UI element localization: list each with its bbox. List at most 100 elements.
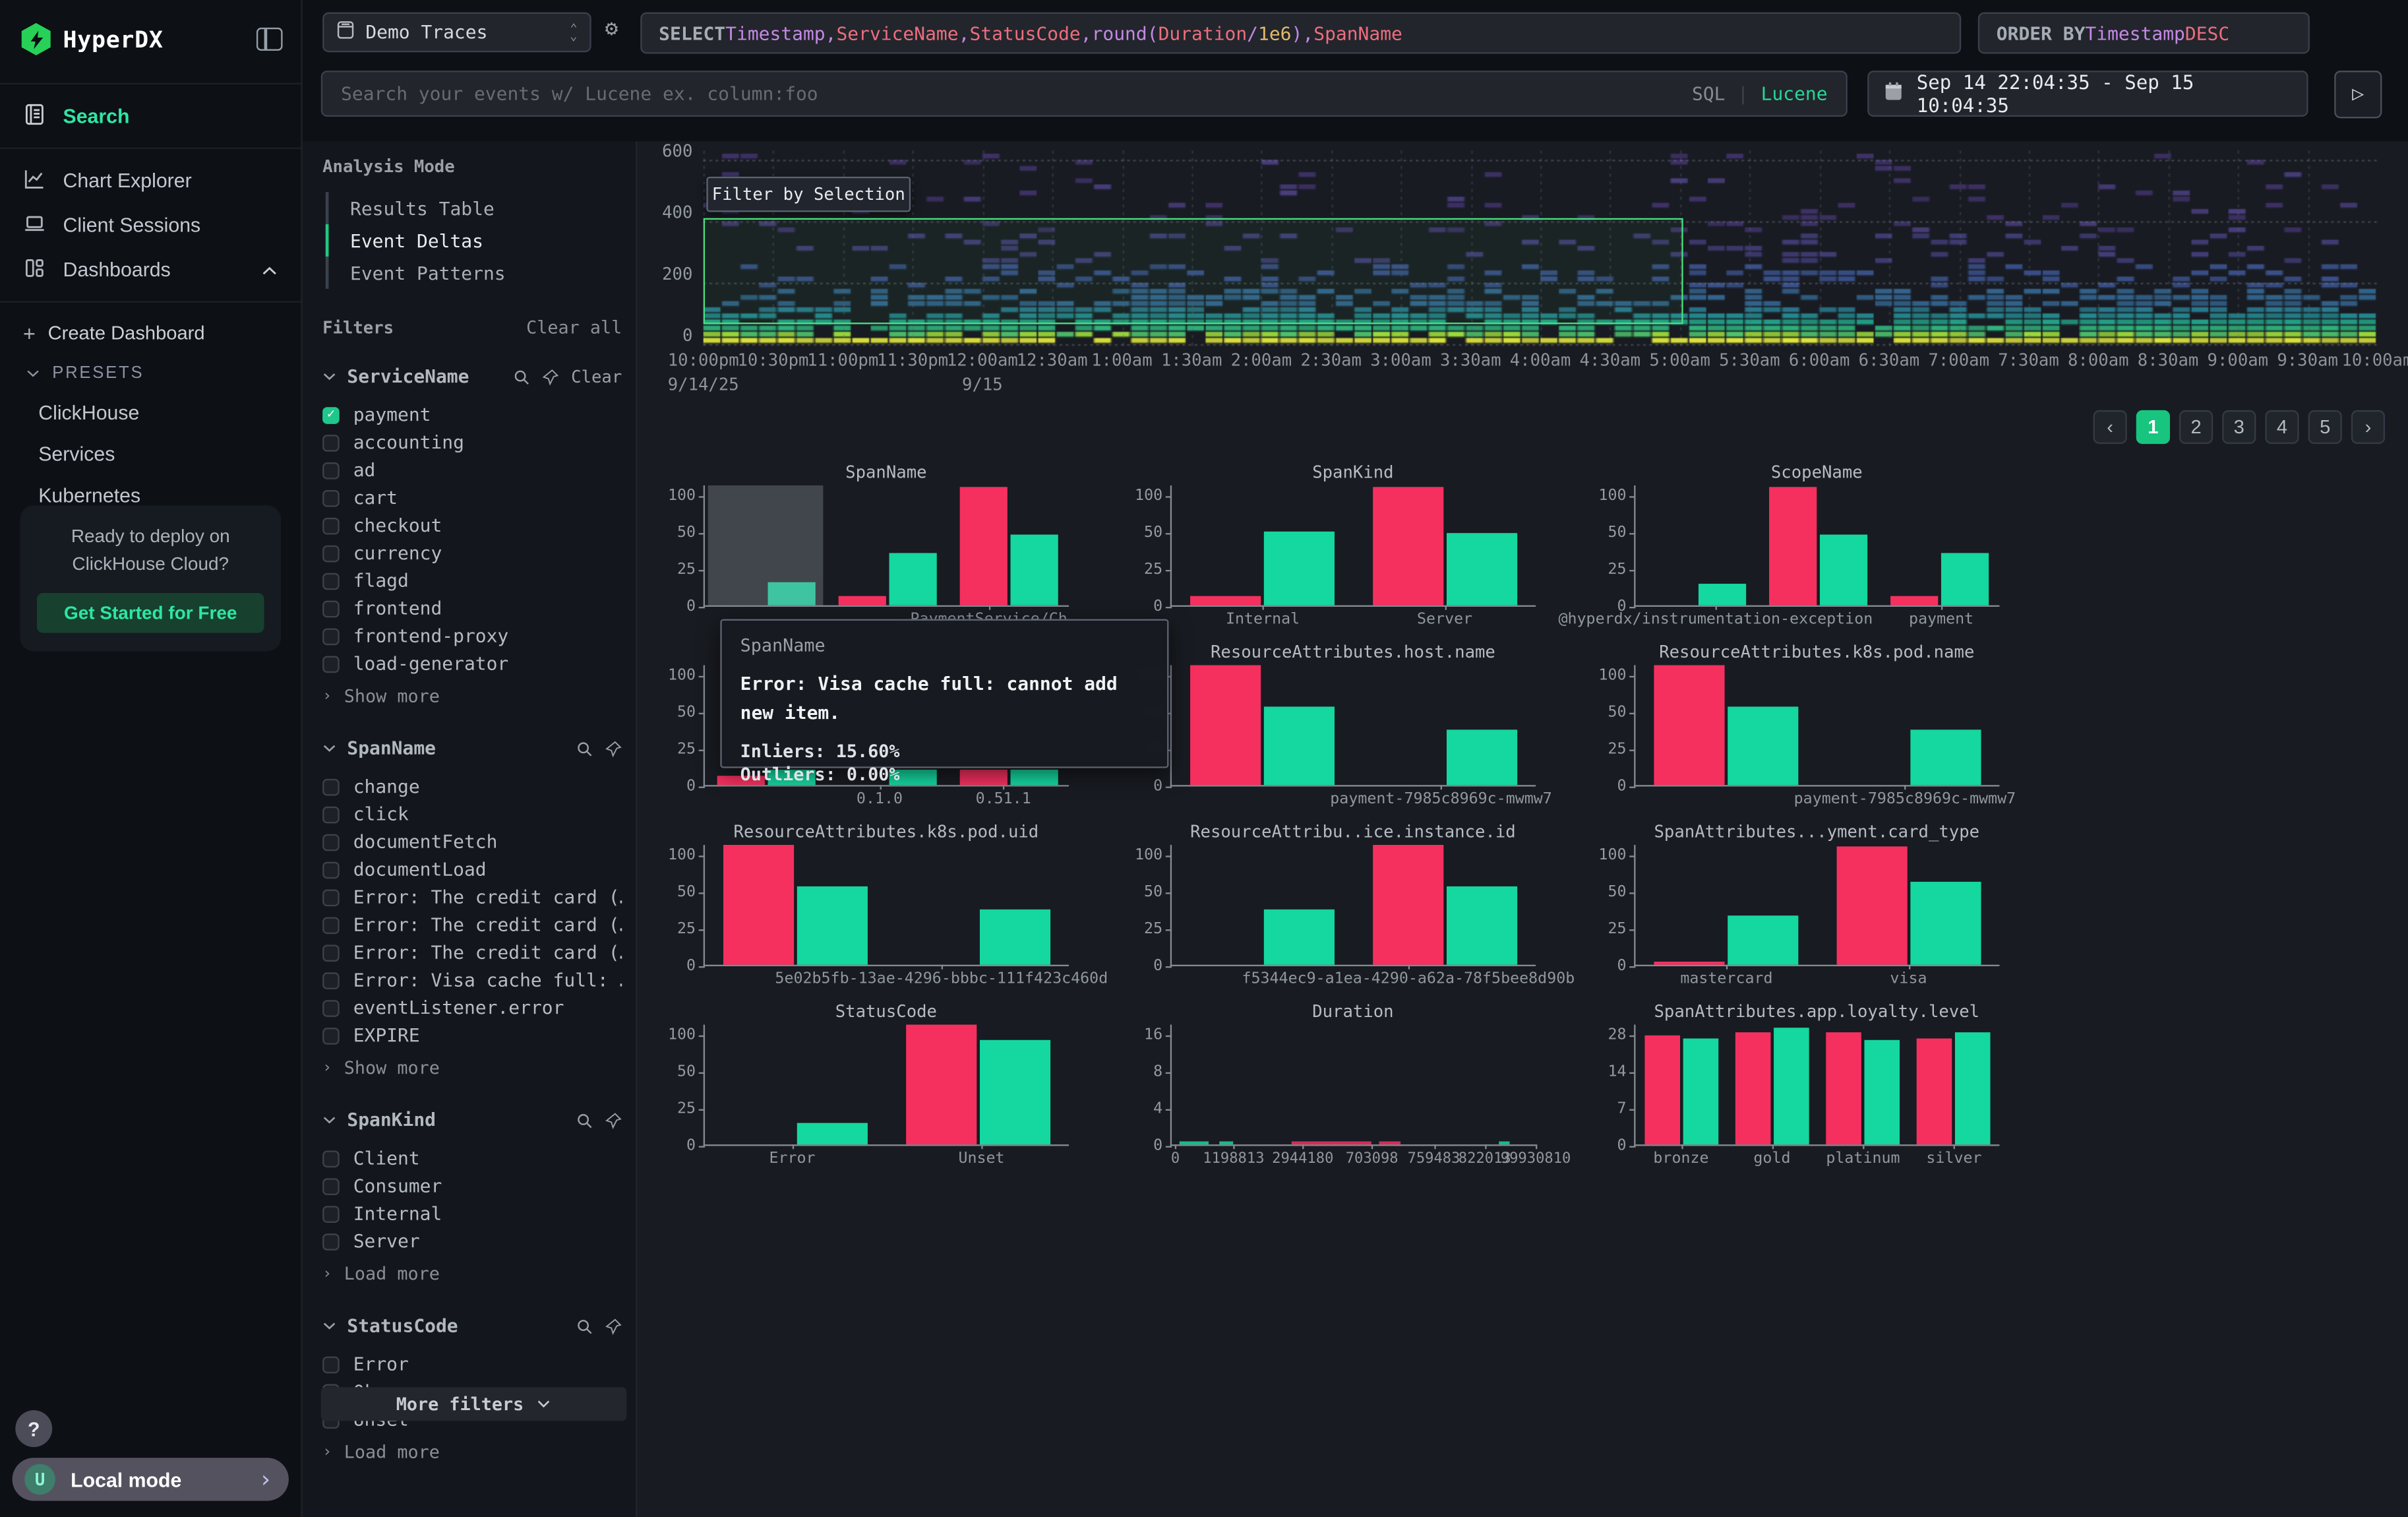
filter-option-currency[interactable]: currency xyxy=(322,540,622,567)
checkbox-unchecked[interactable] xyxy=(322,806,340,823)
pin-icon[interactable] xyxy=(605,739,622,757)
sidebar-item-clickhouse[interactable]: ClickHouse xyxy=(0,392,301,433)
heatmap-selection[interactable] xyxy=(704,219,1683,325)
checkbox-unchecked[interactable] xyxy=(322,434,340,451)
filter-option-flagd[interactable]: flagd xyxy=(322,567,622,594)
filter-option-documentload[interactable]: documentLoad xyxy=(322,855,622,883)
filter-option-error-the-credit-card-[interactable]: Error: The credit card (… xyxy=(322,939,622,966)
search-input[interactable] xyxy=(341,83,1692,105)
checkbox-unchecked[interactable] xyxy=(322,834,340,851)
load-more-button[interactable]: ›Load more xyxy=(322,1260,622,1287)
analysis-mode-event-deltas[interactable]: Event Deltas xyxy=(326,224,622,257)
search-icon[interactable] xyxy=(513,368,530,385)
sidebar-item-client-sessions[interactable]: Client Sessions xyxy=(0,202,301,247)
checkbox-unchecked[interactable] xyxy=(322,972,340,989)
search-icon[interactable] xyxy=(576,739,593,757)
show-more-button[interactable]: ›Show more xyxy=(322,682,622,710)
time-range-picker[interactable]: Sep 14 22:04:35 - Sep 15 10:04:35 xyxy=(1867,71,2308,117)
checkbox-unchecked[interactable] xyxy=(322,861,340,878)
checkbox-unchecked[interactable] xyxy=(322,778,340,795)
analysis-mode-event-patterns[interactable]: Event Patterns xyxy=(328,257,622,289)
sql-mode-button[interactable]: SQL xyxy=(1692,83,1726,105)
filter-option-documentfetch[interactable]: documentFetch xyxy=(322,828,622,855)
more-filters-button[interactable]: More filters xyxy=(321,1387,626,1421)
show-more-button[interactable]: ›Show more xyxy=(322,1054,622,1082)
search-icon[interactable] xyxy=(576,1317,593,1334)
filter-option-cart[interactable]: cart xyxy=(322,484,622,512)
filter-option-change[interactable]: change xyxy=(322,773,622,801)
sql-select-input[interactable]: SELECT Timestamp, ServiceName, StatusCod… xyxy=(640,13,1961,54)
checkbox-unchecked[interactable] xyxy=(322,1027,340,1044)
chevron-down-icon[interactable] xyxy=(322,372,336,381)
filter-option-error[interactable]: Error xyxy=(322,1350,622,1378)
load-more-button[interactable]: ›Load more xyxy=(322,1438,622,1466)
checkbox-unchecked[interactable] xyxy=(322,517,340,534)
clear-all-button[interactable]: Clear all xyxy=(526,317,622,338)
lucene-mode-button[interactable]: Lucene xyxy=(1761,83,1828,105)
filter-option-ad[interactable]: ad xyxy=(322,456,622,484)
filter-option-accounting[interactable]: accounting xyxy=(322,429,622,456)
pin-icon[interactable] xyxy=(542,368,559,385)
sidebar-item-search[interactable]: Search xyxy=(0,94,301,139)
page-button-1[interactable]: 1 xyxy=(2136,410,2170,444)
checkbox-unchecked[interactable] xyxy=(322,627,340,644)
sidebar-item-chart-explorer[interactable]: Chart Explorer xyxy=(0,158,301,203)
checkbox-unchecked[interactable] xyxy=(322,1355,340,1373)
checkbox-unchecked[interactable] xyxy=(322,888,340,906)
gear-icon[interactable]: ⚙ xyxy=(605,17,618,42)
filter-option-client[interactable]: Client xyxy=(322,1144,622,1172)
local-mode-menu[interactable]: U Local mode › xyxy=(13,1458,289,1501)
help-button[interactable]: ? xyxy=(15,1410,52,1447)
order-by-input[interactable]: ORDER BY Timestamp DESC xyxy=(1978,13,2310,54)
filter-option-error-the-credit-card-[interactable]: Error: The credit card (… xyxy=(322,883,622,911)
filter-option-server[interactable]: Server xyxy=(322,1227,622,1255)
get-started-button[interactable]: Get Started for Free xyxy=(37,593,264,633)
checkbox-unchecked[interactable] xyxy=(322,600,340,617)
filter-option-consumer[interactable]: Consumer xyxy=(322,1172,622,1200)
checkbox-unchecked[interactable] xyxy=(322,462,340,479)
filter-option-error-the-credit-card-[interactable]: Error: The credit card (… xyxy=(322,911,622,939)
filter-option-eventlistener-error[interactable]: eventListener.error xyxy=(322,994,622,1022)
sidebar-collapse-icon[interactable] xyxy=(256,28,283,51)
page-prev-button[interactable]: ‹ xyxy=(2093,410,2127,444)
filter-option-expire[interactable]: EXPIRE xyxy=(322,1022,622,1049)
checkbox-unchecked[interactable] xyxy=(322,1150,340,1167)
checkbox-unchecked[interactable] xyxy=(322,916,340,933)
page-next-button[interactable]: › xyxy=(2351,410,2385,444)
checkbox-unchecked[interactable] xyxy=(322,999,340,1016)
filter-option-internal[interactable]: Internal xyxy=(322,1200,622,1227)
filter-option-error-visa-cache-full-[interactable]: Error: Visa cache full: … xyxy=(322,966,622,994)
checkbox-unchecked[interactable] xyxy=(322,944,340,961)
filter-option-load-generator[interactable]: load-generator xyxy=(322,650,622,677)
filter-option-payment[interactable]: ✓payment xyxy=(322,401,622,429)
filter-option-frontend[interactable]: frontend xyxy=(322,594,622,622)
clear-filter-button[interactable]: Clear xyxy=(571,366,622,386)
pin-icon[interactable] xyxy=(605,1111,622,1129)
search-icon[interactable] xyxy=(576,1111,593,1129)
chevron-down-icon[interactable] xyxy=(322,743,336,753)
data-source-select[interactable]: Demo Traces ⌃⌃ xyxy=(322,13,591,53)
sidebar-item-dashboards[interactable]: Dashboards xyxy=(0,247,301,292)
create-dashboard-button[interactable]: + Create Dashboard xyxy=(0,312,301,354)
pin-icon[interactable] xyxy=(605,1317,622,1334)
checkbox-unchecked[interactable] xyxy=(322,573,340,590)
page-button-5[interactable]: 5 xyxy=(2308,410,2342,444)
checkbox-checked[interactable]: ✓ xyxy=(322,406,340,423)
page-button-3[interactable]: 3 xyxy=(2222,410,2256,444)
chevron-down-icon[interactable] xyxy=(322,1321,336,1330)
run-query-button[interactable]: ▷ xyxy=(2334,71,2382,118)
checkbox-unchecked[interactable] xyxy=(322,489,340,507)
sidebar-item-services[interactable]: Services xyxy=(0,433,301,475)
analysis-mode-results-table[interactable]: Results Table xyxy=(328,192,622,224)
chevron-down-icon[interactable] xyxy=(322,1115,336,1125)
presets-toggle[interactable]: PRESETS xyxy=(0,354,301,392)
checkbox-unchecked[interactable] xyxy=(322,1205,340,1222)
filter-option-checkout[interactable]: checkout xyxy=(322,512,622,540)
filter-by-selection-button[interactable]: Filter by Selection xyxy=(706,177,911,212)
checkbox-unchecked[interactable] xyxy=(322,655,340,672)
filter-option-click[interactable]: click xyxy=(322,800,622,828)
page-button-2[interactable]: 2 xyxy=(2179,410,2213,444)
page-button-4[interactable]: 4 xyxy=(2265,410,2299,444)
filter-option-frontend-proxy[interactable]: frontend-proxy xyxy=(322,622,622,650)
checkbox-unchecked[interactable] xyxy=(322,545,340,562)
